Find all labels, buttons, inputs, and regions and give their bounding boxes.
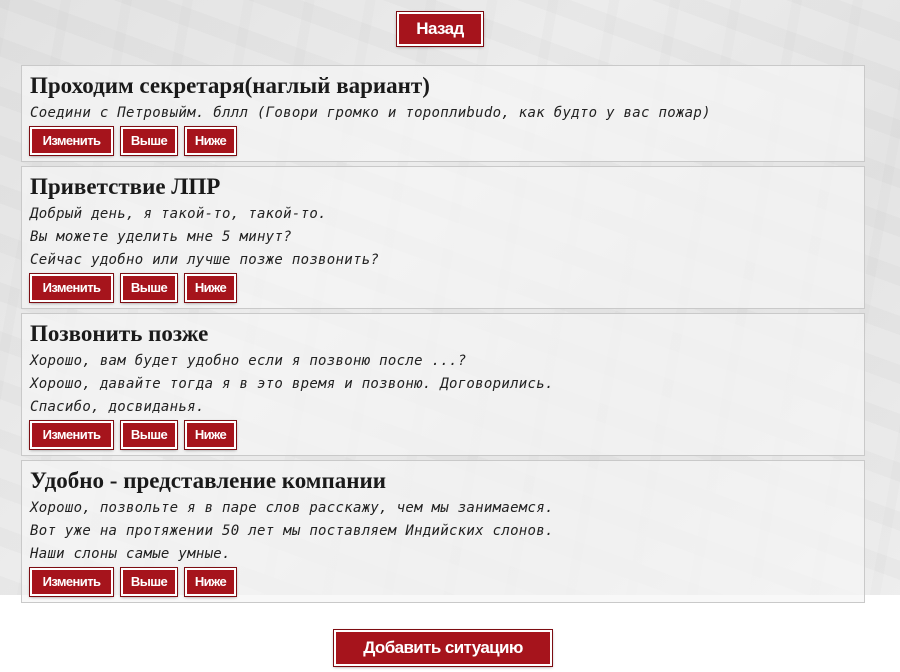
situation-script: Хорошо, позвольте я в паре слов расскажу… bbox=[30, 497, 856, 566]
edit-button[interactable]: Изменить bbox=[29, 420, 114, 450]
script-line: Хорошо, вам будет удобно если я позвоню … bbox=[30, 353, 467, 369]
situation-card: Удобно - представление компании Хорошо, … bbox=[21, 460, 865, 603]
situation-actions: Изменить Выше Ниже bbox=[29, 126, 856, 156]
situation-title: Приветствие ЛПР bbox=[30, 174, 221, 199]
situation-card: Позвонить позже Хорошо, вам будет удобно… bbox=[21, 313, 865, 456]
add-situation-button[interactable]: Добавить ситуацию bbox=[333, 629, 553, 667]
move-up-button[interactable]: Выше bbox=[120, 273, 178, 303]
situation-title: Проходим секретаря(наглый вариант) bbox=[30, 73, 430, 98]
move-down-button[interactable]: Ниже bbox=[184, 273, 237, 303]
script-line: Добрый день, я такой-то, такой-то. bbox=[30, 206, 327, 222]
situation-title: Позвонить позже bbox=[30, 321, 209, 346]
edit-button[interactable]: Изменить bbox=[29, 567, 114, 597]
situation-actions: Изменить Выше Ниже bbox=[29, 420, 856, 450]
back-button[interactable]: Назад bbox=[396, 11, 484, 47]
move-down-button[interactable]: Ниже bbox=[184, 420, 237, 450]
situation-list: Проходим секретаря(наглый вариант) Соеди… bbox=[21, 65, 865, 607]
situation-actions: Изменить Выше Ниже bbox=[29, 567, 856, 597]
situation-card: Проходим секретаря(наглый вариант) Соеди… bbox=[21, 65, 865, 162]
edit-button[interactable]: Изменить bbox=[29, 126, 114, 156]
move-up-button[interactable]: Выше bbox=[120, 126, 178, 156]
script-line: Наши слоны самые умные. bbox=[30, 546, 231, 562]
move-down-button[interactable]: Ниже bbox=[184, 126, 237, 156]
move-down-button[interactable]: Ниже bbox=[184, 567, 237, 597]
situation-actions: Изменить Выше Ниже bbox=[29, 273, 856, 303]
script-line: Вы можете уделить мне 5 минут? bbox=[30, 229, 292, 245]
move-up-button[interactable]: Выше bbox=[120, 420, 178, 450]
edit-button[interactable]: Изменить bbox=[29, 273, 114, 303]
situation-script: Хорошо, вам будет удобно если я позвоню … bbox=[30, 350, 856, 419]
script-line: Хорошо, позвольте я в паре слов расскажу… bbox=[30, 500, 554, 516]
script-line: Спасибо, досвиданья. bbox=[30, 399, 205, 415]
situation-title: Удобно - представление компании bbox=[30, 468, 386, 493]
situation-script: Соедини с Петровыйм. бллл (Говори громко… bbox=[30, 102, 856, 125]
script-line: Хорошо, давайте тогда я в это время и по… bbox=[30, 376, 554, 392]
script-line: Сейчас удобно или лучше позже позвонить? bbox=[30, 252, 380, 268]
move-up-button[interactable]: Выше bbox=[120, 567, 178, 597]
situation-card: Приветствие ЛПР Добрый день, я такой-то,… bbox=[21, 166, 865, 309]
situation-script: Добрый день, я такой-то, такой-то. Вы мо… bbox=[30, 203, 856, 272]
script-line: Соедини с Петровыйм. бллл (Говори громко… bbox=[30, 105, 711, 121]
script-line: Вот уже на протяжении 50 лет мы поставля… bbox=[30, 523, 554, 539]
